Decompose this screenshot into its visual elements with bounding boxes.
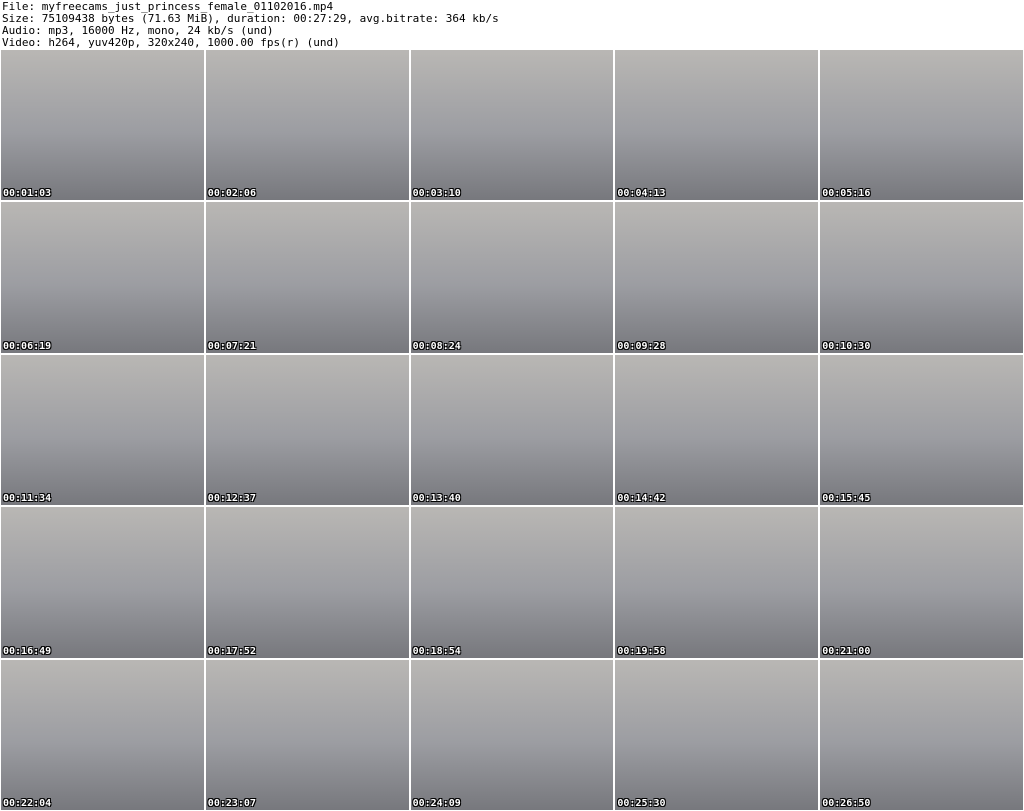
thumbnail-grid: 00:01:03 00:02:06 00:03:10 00:04:13 00:05:16… — [1, 50, 1023, 810]
thumbnail-placeholder: 00:03:10 — [410, 50, 614, 201]
thumbnail-timestamp: 00:16:49 — [3, 645, 52, 657]
video-info-line: Video: h264, yuv420p, 320x240, 1000.00 f… — [2, 36, 340, 49]
thumbnail-timestamp: 00:07:21 — [207, 340, 256, 352]
thumbnail-placeholder: 00:01:03 — [1, 50, 204, 201]
thumbnail-timestamp: 00:03:10 — [412, 188, 461, 200]
thumbnail-placeholder: 00:16:49 — [1, 507, 204, 658]
thumbnail-placeholder: 00:10:30 — [820, 202, 1023, 353]
thumbnail-timestamp: 00:08:24 — [412, 340, 461, 352]
thumbnail-timestamp: 00:23:07 — [207, 797, 256, 809]
thumbnail-timestamp: 00:25:30 — [617, 797, 666, 809]
thumbnail-timestamp: 00:12:37 — [207, 493, 256, 505]
thumbnail-placeholder: 00:07:21 — [205, 202, 409, 353]
thumbnail-placeholder: 00:06:19 — [1, 202, 204, 353]
thumbnail-placeholder: 00:12:37 — [205, 354, 409, 506]
thumbnail-timestamp: 00:09:28 — [617, 340, 666, 352]
thumbnail-placeholder: 00:13:40 — [410, 354, 614, 506]
thumbnail-timestamp: 00:15:45 — [822, 493, 871, 505]
file-info-header: File: myfreecams_just_princess_female_01… — [0, 0, 1024, 49]
thumbnail-placeholder: 00:25:30 — [615, 659, 819, 810]
thumbnail-placeholder: 00:22:04 — [1, 659, 204, 810]
thumbnail-placeholder: 00:17:52 — [205, 507, 409, 658]
thumbnail-timestamp: 00:19:58 — [617, 645, 666, 657]
thumbnail-placeholder: 00:11:34 — [1, 354, 204, 506]
thumbnail-timestamp: 00:04:13 — [617, 188, 666, 200]
thumbnail-placeholder: 00:15:45 — [820, 354, 1023, 506]
thumbnail-placeholder: 00:08:24 — [410, 202, 614, 353]
thumbnail-timestamp: 00:10:30 — [822, 340, 871, 352]
thumbnail-timestamp: 00:01:03 — [3, 188, 52, 200]
thumbnail-placeholder: 00:14:42 — [615, 354, 819, 506]
thumbnail-placeholder: 00:18:54 — [410, 507, 614, 658]
thumbnail-timestamp: 00:11:34 — [3, 493, 52, 505]
thumbnail-placeholder: 00:26:50 — [820, 659, 1023, 810]
thumbnail-timestamp: 00:06:19 — [3, 340, 52, 352]
thumbnail-timestamp: 00:21:00 — [822, 645, 871, 657]
thumbnail-timestamp: 00:02:06 — [207, 188, 256, 200]
thumbnail-timestamp: 00:14:42 — [617, 493, 666, 505]
thumbnail-placeholder: 00:09:28 — [615, 202, 819, 353]
thumbnail-placeholder: 00:21:00 — [820, 507, 1023, 658]
thumbnail-timestamp: 00:13:40 — [412, 493, 461, 505]
thumbnail-placeholder: 00:02:06 — [205, 50, 409, 201]
thumbnail-timestamp: 00:18:54 — [412, 645, 461, 657]
thumbnail-placeholder: 00:23:07 — [205, 659, 409, 810]
thumbnail-timestamp: 00:17:52 — [207, 645, 256, 657]
thumbnail-placeholder: 00:04:13 — [615, 50, 819, 201]
thumbnail-placeholder: 00:05:16 — [820, 50, 1023, 201]
thumbnail-timestamp: 00:05:16 — [822, 188, 871, 200]
thumbnail-timestamp: 00:22:04 — [3, 797, 52, 809]
thumbnail-placeholder: 00:24:09 — [410, 659, 614, 810]
thumbnail-timestamp: 00:24:09 — [412, 797, 461, 809]
thumbnail-placeholder: 00:19:58 — [615, 507, 819, 658]
thumbnail-timestamp: 00:26:50 — [822, 797, 871, 809]
